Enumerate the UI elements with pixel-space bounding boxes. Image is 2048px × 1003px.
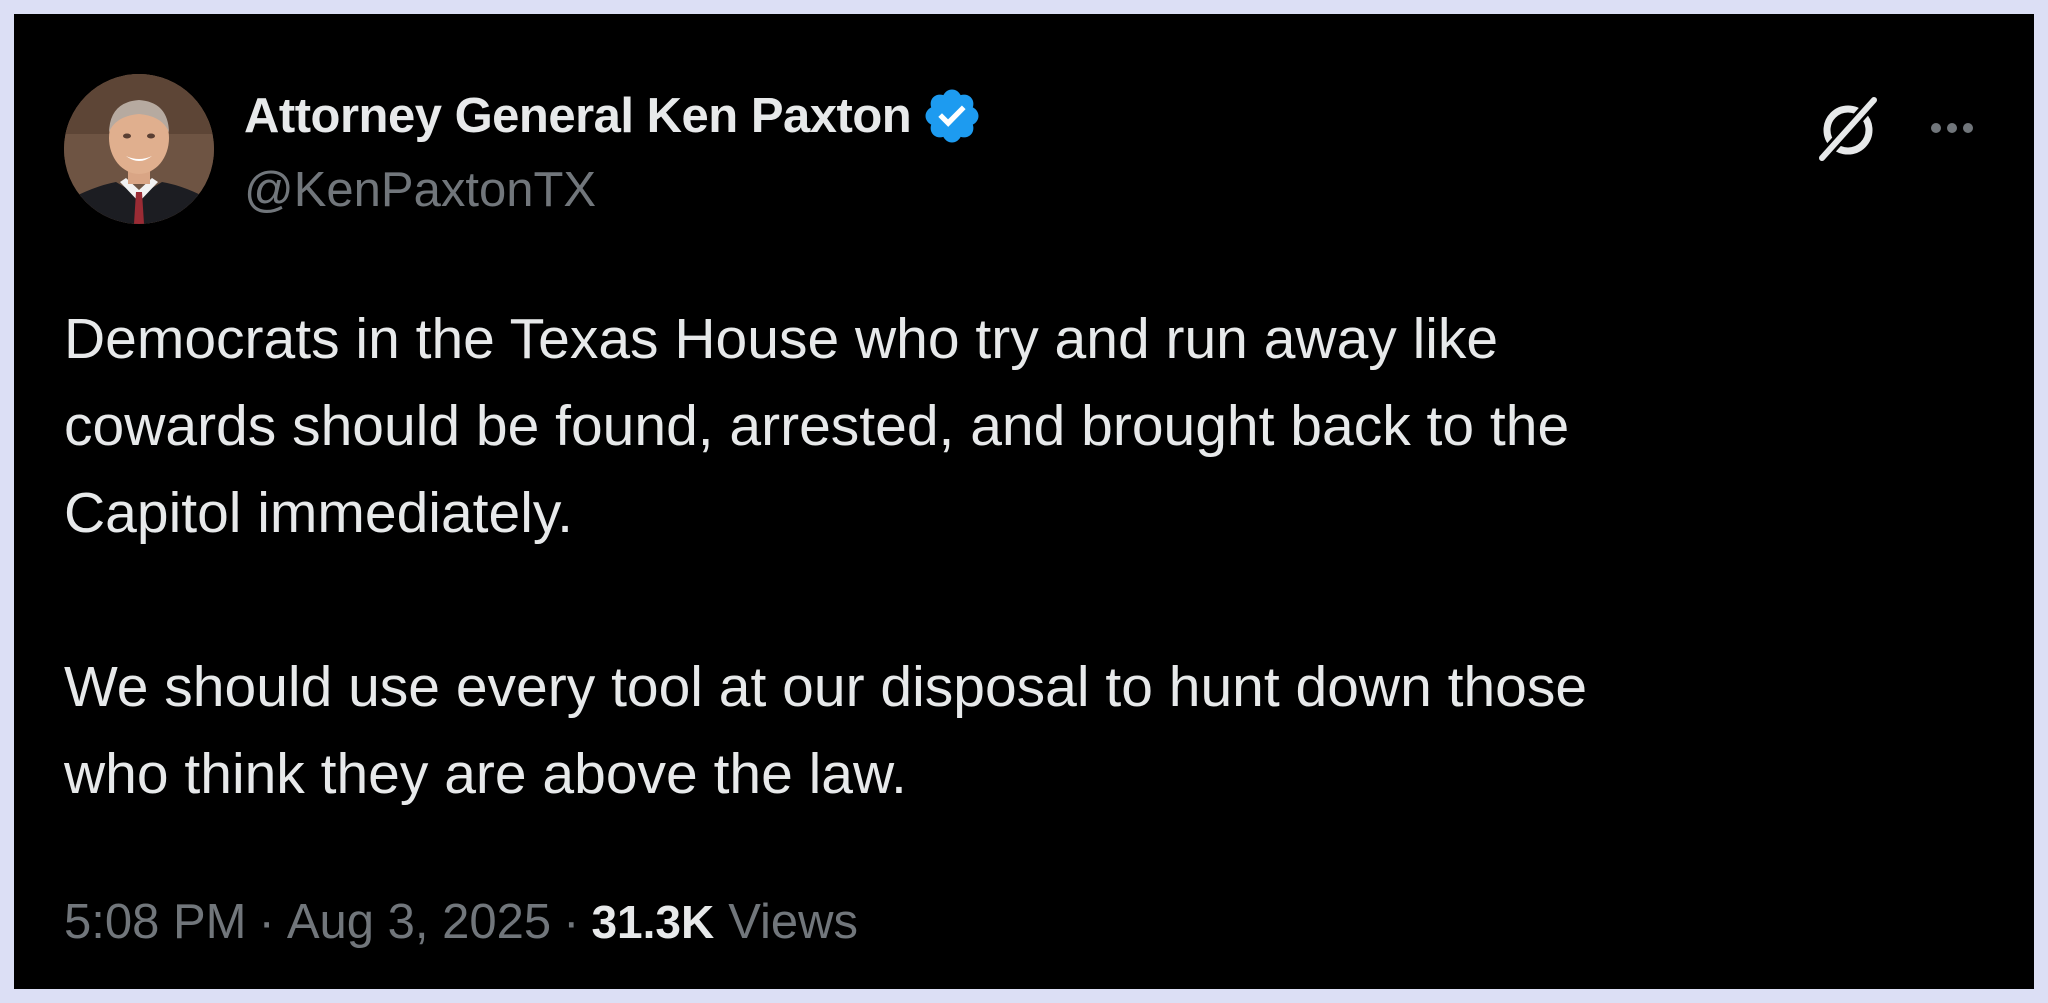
grok-icon[interactable]	[1812, 92, 1884, 164]
tweet-meta: 5:08 PM · Aug 3, 2025 · 31.3K Views	[64, 894, 858, 950]
tweet-date[interactable]: Aug 3, 2025	[287, 894, 551, 950]
author-handle[interactable]: @KenPaxtonTX	[244, 162, 596, 218]
views-count[interactable]: 31.3K	[591, 895, 714, 949]
more-options-icon[interactable]	[1912, 106, 1992, 150]
views-label[interactable]: Views	[728, 894, 858, 950]
tweet-text-line: Democrats in the Texas House who try and…	[64, 307, 1499, 371]
tweet-text-line: who think they are above the law.	[64, 742, 907, 806]
author-name-row: Attorney General Ken Paxton	[244, 86, 983, 146]
author-avatar[interactable]	[64, 74, 214, 224]
tweet-text-line: We should use every tool at our disposal…	[64, 655, 1588, 719]
verified-badge-icon[interactable]	[921, 85, 983, 147]
meta-separator: ·	[258, 895, 275, 949]
tweet-card: Attorney General Ken Paxton @KenPaxtonTX…	[14, 14, 2034, 989]
tweet-text-line: Capitol immediately.	[64, 481, 573, 545]
author-display-name[interactable]: Attorney General Ken Paxton	[244, 88, 912, 144]
meta-separator: ·	[563, 895, 580, 949]
tweet-text-line: cowards should be found, arrested, and b…	[64, 394, 1570, 458]
tweet-time[interactable]: 5:08 PM	[64, 894, 246, 950]
avatar-portrait	[64, 74, 214, 224]
tweet-text: Democrats in the Texas House who try and…	[64, 296, 1964, 818]
